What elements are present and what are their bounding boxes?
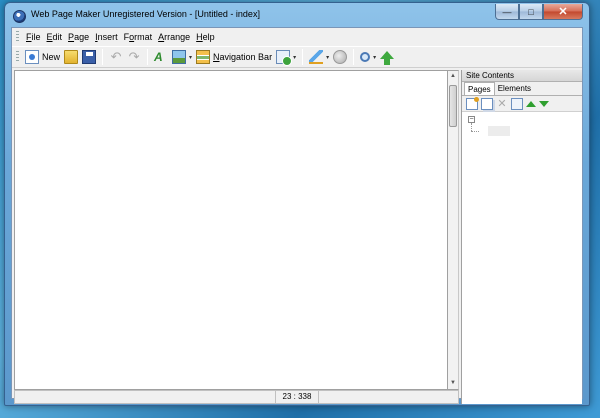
menubar-grip[interactable] (16, 31, 19, 43)
menu-insert[interactable]: Insert (92, 28, 121, 46)
panel-toolbar: ✕ (462, 96, 582, 112)
close-button[interactable]: ✕ (543, 4, 583, 20)
site-contents-panel: Site Contents Pages Elements ✕ − (461, 70, 582, 404)
tree-connector (471, 131, 479, 132)
form-icon (276, 50, 293, 66)
insert-text-button[interactable]: A (152, 48, 170, 66)
zoom-button[interactable]: ▾ (358, 48, 378, 66)
page-properties-icon[interactable] (511, 97, 523, 110)
navigation-bar-button[interactable]: Navigation Bar (194, 48, 274, 66)
cursor-position: 23 : 338 (275, 391, 319, 403)
redo-icon: ↷ (128, 49, 140, 64)
menu-help[interactable]: Help (193, 28, 218, 46)
tree-collapse-icon[interactable]: − (468, 116, 475, 123)
save-button[interactable] (80, 48, 98, 66)
new-button[interactable]: New (23, 48, 62, 66)
toolbar-separator (102, 49, 104, 65)
move-up-icon[interactable] (526, 100, 536, 107)
toolbar-separator (353, 49, 355, 65)
publish-button[interactable] (331, 48, 349, 66)
toolbar-separator (302, 49, 304, 65)
tree-item-page[interactable] (488, 126, 510, 136)
dropdown-arrow-icon[interactable]: ▾ (293, 54, 296, 61)
open-folder-icon (64, 50, 79, 64)
app-window: Web Page Maker Unregistered Version - [U… (4, 2, 590, 406)
scroll-up-icon[interactable]: ▲ (448, 71, 458, 82)
zoom-icon (360, 52, 371, 62)
app-logo-icon[interactable] (13, 10, 26, 23)
toolbar-grip[interactable] (16, 51, 19, 63)
undo-button[interactable]: ↶ (107, 48, 125, 66)
window-title: Web Page Maker Unregistered Version - [U… (31, 9, 260, 19)
scroll-down-icon[interactable]: ▼ (448, 378, 458, 389)
status-bar: 23 : 338 (14, 390, 459, 404)
page-tree: − (462, 112, 582, 392)
image-icon (172, 50, 187, 64)
new-page-icon (25, 50, 39, 64)
dropdown-arrow-icon[interactable]: ▾ (189, 54, 192, 61)
page-canvas[interactable] (14, 70, 448, 390)
title-bar[interactable]: Web Page Maker Unregistered Version - [U… (5, 3, 589, 27)
navigation-bar-label: Navigation Bar (213, 52, 273, 62)
navigation-bar-icon (196, 50, 211, 64)
menu-bar: File Edit Page Insert Format Arrange Hel… (12, 28, 582, 46)
dropdown-arrow-icon[interactable]: ▾ (373, 54, 376, 61)
minimize-button[interactable]: — (495, 4, 519, 20)
upload-icon (380, 51, 395, 65)
menu-format[interactable]: Format (121, 28, 156, 46)
open-button[interactable] (62, 48, 80, 66)
client-area: File Edit Page Insert Format Arrange Hel… (11, 27, 583, 404)
panel-tabs: Pages Elements (462, 82, 582, 96)
redo-button[interactable]: ↷ (125, 48, 143, 66)
pencil-icon (309, 50, 324, 64)
tab-elements[interactable]: Elements (495, 82, 534, 95)
dropdown-arrow-icon[interactable]: ▾ (326, 54, 329, 61)
menu-page[interactable]: Page (65, 28, 92, 46)
menu-file[interactable]: File (23, 28, 44, 46)
tree-connector (471, 123, 472, 131)
panel-title: Site Contents (462, 70, 582, 82)
save-disk-icon (82, 50, 97, 64)
vertical-scrollbar[interactable]: ▲ ▼ (448, 70, 459, 390)
upload-button[interactable] (378, 48, 396, 66)
main-toolbar: New ↶ ↷ A ▾ Navigation Bar ▾ ▾ ▾ (12, 46, 582, 68)
undo-icon: ↶ (110, 49, 122, 64)
toolbar-separator (147, 49, 149, 65)
delete-icon[interactable]: ✕ (496, 98, 508, 110)
move-down-icon[interactable] (539, 100, 549, 107)
insert-image-button[interactable]: ▾ (170, 48, 194, 66)
tab-pages[interactable]: Pages (464, 82, 495, 95)
edit-button[interactable]: ▾ (307, 48, 331, 66)
menu-arrange[interactable]: Arrange (155, 28, 193, 46)
insert-form-button[interactable]: ▾ (274, 48, 298, 66)
text-icon: A (154, 50, 163, 64)
window-controls: — □ ✕ (495, 4, 583, 20)
publish-icon (333, 50, 348, 64)
copy-page-icon[interactable] (481, 97, 493, 110)
maximize-button[interactable]: □ (519, 4, 543, 20)
scroll-thumb[interactable] (449, 85, 457, 127)
new-button-label: New (42, 52, 61, 62)
menu-edit[interactable]: Edit (44, 28, 66, 46)
add-page-icon[interactable] (466, 96, 479, 110)
